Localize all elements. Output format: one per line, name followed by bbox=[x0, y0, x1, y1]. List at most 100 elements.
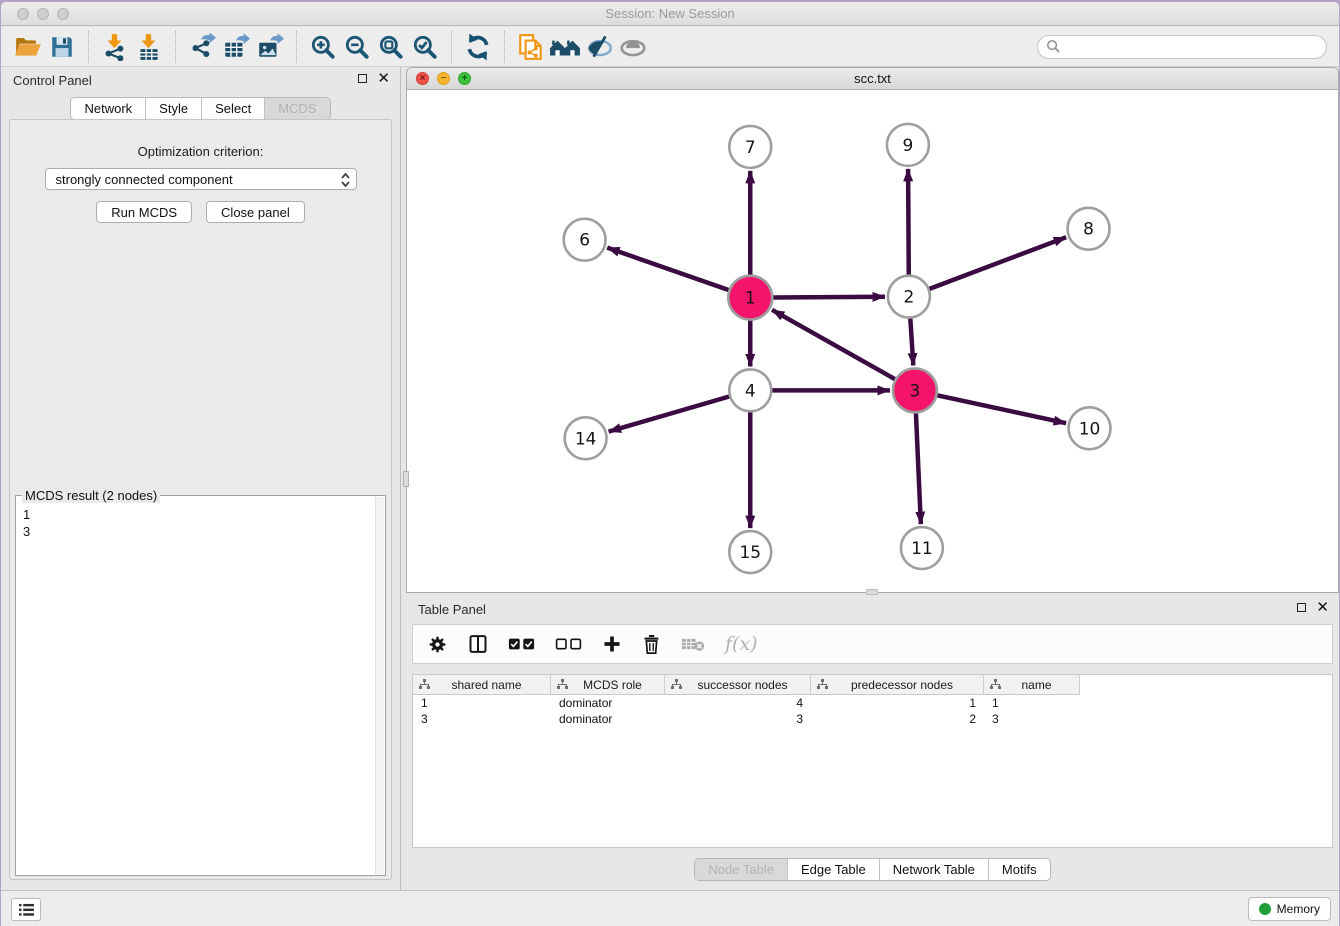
zoom-in-icon[interactable] bbox=[306, 31, 340, 63]
memory-button[interactable]: Memory bbox=[1248, 897, 1331, 921]
optimization-criterion-select[interactable]: strongly connected component bbox=[45, 168, 357, 190]
tab-edge-table[interactable]: Edge Table bbox=[787, 859, 879, 880]
close-panel-button[interactable]: Close panel bbox=[206, 201, 305, 223]
network-window-titlebar[interactable]: × − + scc.txt bbox=[407, 68, 1338, 90]
table-cell[interactable]: 2 bbox=[811, 711, 984, 727]
table-header-row: shared nameMCDS rolesuccessor nodesprede… bbox=[413, 675, 1332, 695]
control-panel: Control Panel ✕ NetworkStyleSelectMCDS O… bbox=[1, 67, 401, 890]
float-panel-icon[interactable] bbox=[1297, 603, 1306, 612]
column-header-MCDS-role[interactable]: MCDS role bbox=[551, 675, 665, 695]
node-label-1: 1 bbox=[745, 288, 756, 308]
split-columns-icon[interactable] bbox=[468, 634, 488, 654]
table-cell[interactable]: 1 bbox=[413, 695, 551, 711]
tab-node-table[interactable]: Node Table bbox=[695, 859, 787, 880]
duplicate-network-icon[interactable] bbox=[514, 31, 548, 63]
optimization-criterion-value: strongly connected component bbox=[56, 172, 233, 187]
table-panel: Table Panel ✕ bbox=[406, 596, 1339, 890]
import-table-icon[interactable] bbox=[132, 31, 166, 63]
export-table-icon[interactable] bbox=[219, 31, 253, 63]
node-label-9: 9 bbox=[903, 135, 914, 155]
network-graph[interactable]: 7968124314101511 bbox=[407, 90, 1338, 592]
float-panel-icon[interactable] bbox=[358, 74, 367, 83]
node-label-7: 7 bbox=[745, 137, 756, 157]
mcds-result-text[interactable]: 1 3 bbox=[17, 504, 374, 874]
edge-1-2[interactable] bbox=[773, 297, 885, 298]
show-hidden-icon[interactable] bbox=[616, 31, 650, 63]
table-cell[interactable]: 3 bbox=[413, 711, 551, 727]
table-cell[interactable]: dominator bbox=[551, 711, 665, 727]
gear-icon[interactable] bbox=[427, 634, 448, 655]
splitter-handle[interactable] bbox=[866, 589, 878, 595]
result-scrollbar[interactable] bbox=[375, 497, 384, 874]
network-canvas[interactable]: 7968124314101511 bbox=[407, 90, 1338, 592]
toolbar-separator bbox=[88, 31, 89, 63]
tab-mcds[interactable]: MCDS bbox=[264, 98, 329, 119]
node-label-14: 14 bbox=[575, 428, 597, 448]
delete-table-icon[interactable] bbox=[681, 636, 705, 652]
splitter-handle[interactable] bbox=[403, 471, 409, 487]
zoom-out-icon[interactable] bbox=[340, 31, 374, 63]
apply-layout-icon[interactable] bbox=[461, 31, 495, 63]
column-header-shared-name[interactable]: shared name bbox=[413, 675, 551, 695]
edge-3-10[interactable] bbox=[937, 395, 1066, 423]
export-network-icon[interactable] bbox=[185, 31, 219, 63]
table-cell[interactable]: 3 bbox=[665, 711, 811, 727]
close-panel-icon[interactable]: ✕ bbox=[377, 73, 390, 84]
tab-select[interactable]: Select bbox=[201, 98, 264, 119]
save-session-icon[interactable] bbox=[45, 31, 79, 63]
column-header-predecessor-nodes[interactable]: predecessor nodes bbox=[811, 675, 984, 695]
edge-4-14[interactable] bbox=[609, 397, 730, 432]
column-header-name[interactable]: name bbox=[984, 675, 1080, 695]
edge-2-8[interactable] bbox=[929, 237, 1066, 289]
zoom-selected-icon[interactable] bbox=[408, 31, 442, 63]
toolbar-separator bbox=[175, 31, 176, 63]
table-row[interactable]: 1dominator411 bbox=[413, 695, 1332, 711]
deselect-all-icon[interactable] bbox=[555, 637, 582, 651]
tab-network[interactable]: Network bbox=[71, 98, 145, 119]
select-all-icon[interactable] bbox=[508, 637, 535, 651]
chevron-up-down-icon bbox=[339, 171, 352, 189]
tab-style[interactable]: Style bbox=[145, 98, 201, 119]
table-cell[interactable]: 3 bbox=[984, 711, 1080, 727]
optimization-criterion-label: Optimization criterion: bbox=[10, 144, 391, 159]
export-image-icon[interactable] bbox=[253, 31, 287, 63]
edge-3-11[interactable] bbox=[916, 413, 921, 524]
toolbar-separator bbox=[504, 31, 505, 63]
memory-label: Memory bbox=[1277, 902, 1320, 916]
network-view-title: scc.txt bbox=[407, 71, 1338, 86]
toolbar-separator bbox=[451, 31, 452, 63]
run-mcds-button[interactable]: Run MCDS bbox=[96, 201, 192, 223]
search-input[interactable] bbox=[1066, 40, 1318, 54]
import-network-icon[interactable] bbox=[98, 31, 132, 63]
zoom-fit-icon[interactable] bbox=[374, 31, 408, 63]
delete-icon[interactable] bbox=[642, 634, 661, 655]
task-history-button[interactable] bbox=[11, 898, 41, 921]
show-all-icon[interactable] bbox=[548, 31, 582, 63]
edge-3-1[interactable] bbox=[772, 310, 895, 379]
column-header-successor-nodes[interactable]: successor nodes bbox=[665, 675, 811, 695]
table-cell[interactable]: 4 bbox=[665, 695, 811, 711]
search-icon bbox=[1046, 39, 1061, 54]
mcds-result-box: MCDS result (2 nodes) 1 3 bbox=[15, 495, 386, 876]
table-panel-title: Table Panel bbox=[418, 602, 486, 617]
control-panel-tabs: NetworkStyleSelectMCDS bbox=[70, 97, 330, 120]
tab-motifs[interactable]: Motifs bbox=[988, 859, 1050, 880]
edge-2-3[interactable] bbox=[910, 319, 913, 366]
table-cell[interactable]: 1 bbox=[984, 695, 1080, 711]
table-row[interactable]: 3dominator323 bbox=[413, 711, 1332, 727]
hide-selected-icon[interactable] bbox=[582, 31, 616, 63]
mcds-panel: Optimization criterion: strongly connect… bbox=[9, 119, 392, 880]
main-toolbar bbox=[1, 27, 1339, 67]
edge-1-6[interactable] bbox=[607, 248, 728, 290]
function-builder-icon[interactable]: f(x) bbox=[725, 633, 758, 655]
add-column-icon[interactable] bbox=[602, 634, 622, 654]
tab-network-table[interactable]: Network Table bbox=[879, 859, 988, 880]
table-cell[interactable]: dominator bbox=[551, 695, 665, 711]
node-label-8: 8 bbox=[1083, 219, 1094, 239]
table-cell[interactable]: 1 bbox=[811, 695, 984, 711]
edge-2-9[interactable] bbox=[908, 169, 909, 275]
open-session-icon[interactable] bbox=[11, 31, 45, 63]
table-toolbar: f(x) bbox=[412, 624, 1333, 664]
search-box[interactable] bbox=[1037, 35, 1327, 59]
close-panel-icon[interactable]: ✕ bbox=[1316, 602, 1329, 613]
